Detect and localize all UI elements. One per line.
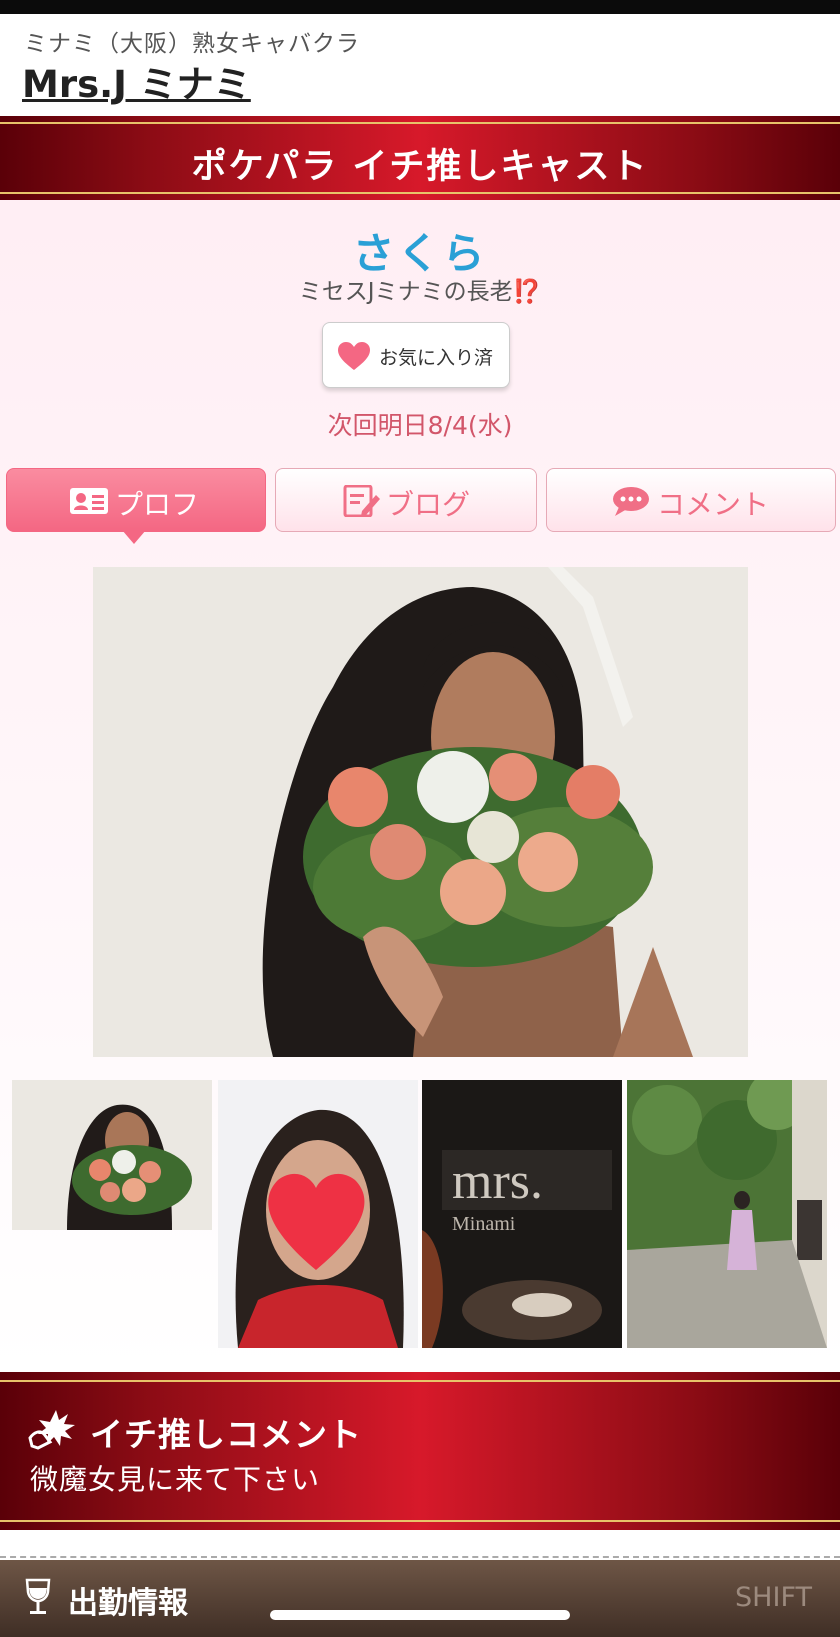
wine-glass-icon: [25, 1578, 51, 1614]
banner-gold-line: [0, 1380, 840, 1382]
home-indicator[interactable]: [270, 1610, 570, 1620]
section-divider: [0, 1556, 840, 1558]
cast-thumbnail-2[interactable]: [218, 1080, 418, 1348]
shift-info-title: 出勤情報: [68, 1586, 188, 1621]
blog-edit-icon: [343, 485, 380, 517]
banner-gold-line: [0, 192, 840, 194]
recommend-comment-band: イチ推しコメント 微魔女見に来て下さい: [0, 1372, 840, 1530]
cast-catch-label: ミセスJミナミの長老: [298, 279, 513, 305]
comment-title: イチ推しコメント: [90, 1415, 362, 1454]
cast-main-photo[interactable]: [93, 567, 748, 1057]
svg-text:mrs.: mrs.: [452, 1153, 543, 1210]
banner-recommend-cast: ポケパラ イチ推しキャスト: [0, 116, 840, 200]
cast-thumbnail-image: [12, 1080, 212, 1230]
tab-profile-label: プロフ: [115, 488, 200, 521]
tab-profile[interactable]: プロフ: [6, 468, 266, 532]
cast-thumbnail-image: [218, 1080, 418, 1348]
status-bar: [0, 0, 840, 14]
shift-info-header[interactable]: 出勤情報 SHIFT: [0, 1560, 840, 1637]
tab-comment-label: コメント: [657, 488, 770, 521]
tab-blog[interactable]: ブログ: [275, 468, 537, 532]
profile-card-icon: [70, 488, 108, 514]
shift-label: SHIFT: [735, 1582, 812, 1613]
next-shift-text: 次回明日8/4(水): [327, 411, 513, 440]
cast-thumbnail-image: [627, 1080, 827, 1348]
banner-gold-line: [0, 122, 840, 124]
cast-thumbnail-4[interactable]: [627, 1080, 827, 1348]
cast-thumbnail-3[interactable]: mrs. Minami: [422, 1080, 622, 1348]
svg-text:Minami: Minami: [452, 1213, 516, 1235]
banner-gold-line: [0, 1520, 840, 1522]
favorite-label: お気に入り済: [379, 347, 494, 369]
cast-thumbnail-image: mrs. Minami: [422, 1080, 622, 1348]
favorite-button[interactable]: お気に入り済: [322, 322, 510, 388]
banner-title: ポケパラ イチ推しキャスト: [191, 147, 649, 187]
shop-name-link[interactable]: Mrs.J ミナミ: [22, 54, 251, 108]
cast-photo-image: [93, 567, 748, 1057]
tab-blog-label: ブログ: [386, 488, 471, 521]
tab-comment[interactable]: コメント: [546, 468, 836, 532]
heart-icon: [338, 342, 370, 370]
cast-thumbnail-1[interactable]: [12, 1080, 212, 1230]
comment-bubble-icon: [613, 487, 649, 516]
cast-catch-text: ミセスJミナミの長老⁉️: [0, 272, 840, 306]
comment-text: 微魔女見に来て下さい: [30, 1463, 321, 1496]
active-tab-indicator: [122, 530, 146, 544]
exclamation-question-icon: ⁉️: [512, 279, 542, 305]
sparkle-hand-icon: [28, 1410, 75, 1450]
shop-area-label: ミナミ（大阪）熟女キャバクラ: [24, 31, 360, 57]
